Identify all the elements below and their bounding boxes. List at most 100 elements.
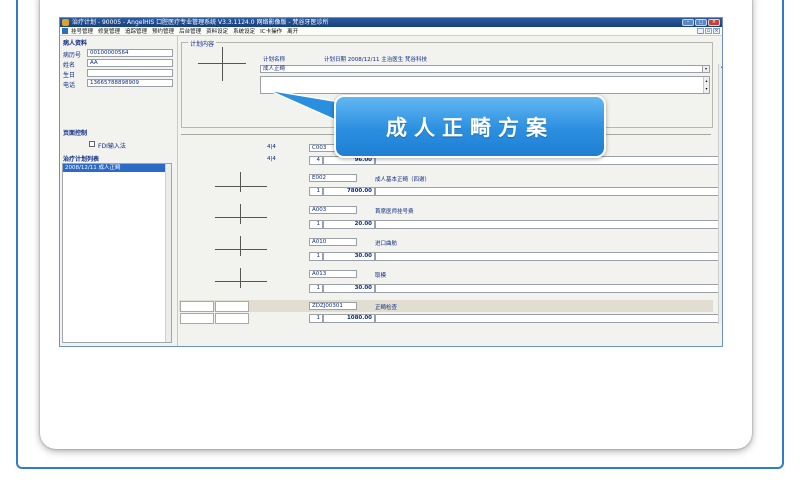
tree-connector [240,236,241,256]
phone-label: 电话 [63,82,76,89]
item-remark-field[interactable] [375,314,722,323]
name-label: 姓名 [63,62,76,69]
note-scrollbar[interactable]: ▴ ▾ [703,77,709,93]
item-code-field[interactable]: A010 [309,238,357,246]
display-control-title: 页面控制 [63,130,88,137]
plan-list-title: 治疗计划列表 [63,156,100,163]
item-cell[interactable] [215,313,249,324]
minimize-button[interactable]: – [682,19,694,26]
callout-pointer [267,89,341,124]
mdi-close-button[interactable]: × [713,28,720,34]
menu-item-restoration[interactable]: 修复管理 [98,27,120,35]
item-code-field[interactable]: E002 [309,174,357,182]
plan-content-legend: 计划内容 [188,39,217,48]
item-price-field[interactable]: 30.00 [323,284,375,293]
menu-bar: 挂号管理 修复管理 追踪管理 预约管理 后台管理 资料设定 系统设定 IC卡操作… [60,27,722,36]
document-icon [62,28,68,34]
plan-list-row[interactable]: 2008/12/11 成人正畸 [63,164,171,172]
item-qty-field[interactable]: 1 [309,187,323,196]
tree-connector [215,217,267,218]
menu-item-tracking[interactable]: 追踪管理 [125,27,147,35]
birthday-field[interactable] [87,69,173,77]
item-remark-field[interactable] [375,187,722,196]
item-name: 进口曲舫 [375,241,398,247]
menu-item-exit[interactable]: 离开 [287,27,298,35]
item-remark-field[interactable] [375,220,722,229]
record-no-label: 病历号 [63,52,82,59]
plan-content-panel: 计划内容 计划名称 计划日期 2008/12/11 主治医生 梵谷科技 成人正畸… [179,36,722,346]
app-icon [62,19,69,26]
plan-date-doctor: 计划日期 2008/12/11 主治医生 梵谷科技 [324,57,427,63]
item-price-field[interactable]: 20.00 [323,220,375,229]
content-scrollbar[interactable]: ▴ [718,64,722,324]
item-cell[interactable] [180,313,214,324]
scroll-up-icon[interactable]: ▴ [719,64,722,70]
tooth-chart-upper: 4|4 [267,144,276,150]
tree-connector [215,186,267,187]
plan-name-label: 计划名称 [263,57,286,63]
item-cells [179,301,309,325]
item-cell[interactable] [180,301,214,312]
item-qty-field[interactable]: 1 [309,284,323,293]
patient-panel: 病人资料 病历号 00100000564 姓名 AA 生日 电话 1366578… [60,36,178,346]
callout-text: 成人正畸方案 [386,115,554,140]
record-no-field[interactable]: 00100000564 [87,49,173,57]
tree-connector [222,47,223,81]
item-code-field[interactable]: ZDZJ00301 [309,302,357,310]
item-price-field[interactable]: 7800.00 [323,187,375,196]
mdi-restore-button[interactable]: ▫ [705,28,712,34]
item-remark-field[interactable] [375,284,722,293]
birthday-label: 生日 [63,72,76,79]
tree-connector [198,63,246,64]
maximize-button[interactable]: □ [695,19,707,26]
callout-banner: 成人正畸方案 [334,95,606,158]
item-price-field[interactable]: 30.00 [323,252,375,261]
chevron-down-icon[interactable]: ▾ [702,66,709,72]
fdi-checkbox[interactable] [89,141,95,147]
phone-field[interactable]: 13665788898909 [87,79,173,87]
app-screenshot: 治疗计划 - 90005 - AngelHIS 口腔医疗专业管理系统 V3.3.… [59,17,723,347]
item-row: 1 20.00 [309,220,722,229]
menu-item-appointment[interactable]: 预约管理 [152,27,174,35]
tree-connector [240,204,241,224]
item-row: 1 30.00 [309,284,722,293]
item-name: 成人基本正畸（四谢） [375,177,431,183]
mdi-minimize-button[interactable]: _ [697,28,704,34]
item-qty-field[interactable]: 1 [309,220,323,229]
menu-item-system-settings[interactable]: 系统设定 [233,27,255,35]
item-price-field[interactable]: 1080.00 [323,314,375,323]
mdi-controls: _ ▫ × [697,28,720,34]
tree-connector [240,268,241,288]
window-title: 治疗计划 - 90005 - AngelHIS 口腔医疗专业管理系统 V3.3.… [72,19,329,26]
window-titlebar: 治疗计划 - 90005 - AngelHIS 口腔医疗专业管理系统 V3.3.… [60,18,722,27]
item-code-field[interactable]: A013 [309,270,357,278]
menu-item-data-settings[interactable]: 资料设定 [206,27,228,35]
menu-item-registration[interactable]: 挂号管理 [71,27,93,35]
patient-section-title: 病人资料 [63,40,88,47]
item-name: 首席医师挂号费 [375,209,414,215]
window-controls: – □ × [682,19,720,26]
tree-connector [215,281,267,282]
scroll-up-icon[interactable]: ▴ [705,78,707,83]
close-button[interactable]: × [708,19,720,26]
item-remark-field[interactable] [375,252,722,261]
plan-list: 2008/12/11 成人正畸 [62,163,172,343]
item-qty-field[interactable]: 1 [309,314,323,323]
plan-list-scrollbar[interactable] [165,164,171,342]
item-row: 1 7800.00 [309,187,722,196]
item-code-field[interactable]: A003 [309,206,357,214]
item-row: 1 1080.00 [309,314,722,323]
item-name: 取模 [375,273,387,279]
item-name: 正畸检查 [375,305,398,311]
item-row: 1 30.00 [309,252,722,261]
tree-connector [215,249,267,250]
item-qty-field[interactable]: 4 [309,156,323,165]
item-cell[interactable] [215,301,249,312]
name-field[interactable]: AA [87,59,173,67]
scroll-down-icon[interactable]: ▾ [705,86,707,91]
menu-item-backend[interactable]: 后台管理 [179,27,201,35]
plan-name-select[interactable]: 成人正畸 ▾ [260,65,710,73]
item-qty-field[interactable]: 1 [309,252,323,261]
fdi-checkbox-label: FDI输入法 [98,143,126,150]
menu-item-ic-card[interactable]: IC卡操作 [260,27,282,35]
